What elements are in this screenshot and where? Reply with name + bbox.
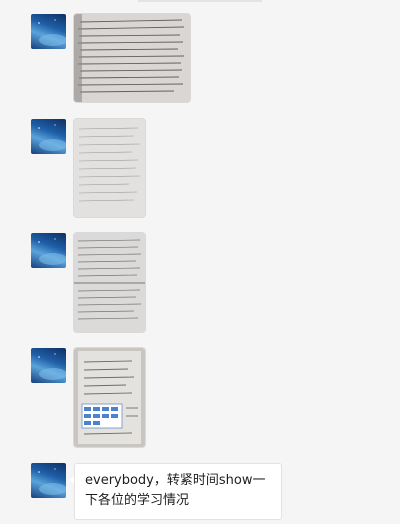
image-message[interactable]: [74, 14, 190, 102]
image-message[interactable]: [74, 348, 145, 447]
text-message-bubble[interactable]: everybody，转紧时间show一 下各位的学习情况: [74, 463, 282, 520]
starry-sky-avatar-icon: [38, 238, 66, 265]
avatar[interactable]: [31, 463, 66, 498]
avatar[interactable]: [31, 119, 66, 154]
avatar[interactable]: [31, 348, 66, 383]
starry-sky-avatar-icon: [38, 353, 66, 380]
image-message[interactable]: [74, 233, 145, 332]
image-message[interactable]: [74, 119, 145, 217]
starry-sky-avatar-icon: [38, 124, 66, 151]
top-divider: [138, 0, 262, 2]
avatar[interactable]: [31, 14, 66, 49]
starry-sky-avatar-icon: [38, 19, 66, 46]
starry-sky-avatar-icon: [38, 468, 66, 495]
avatar[interactable]: [31, 233, 66, 268]
message-text-line-2: 下各位的学习情况: [85, 493, 190, 508]
message-text-line-1: everybody，转紧时间show一: [85, 473, 266, 488]
